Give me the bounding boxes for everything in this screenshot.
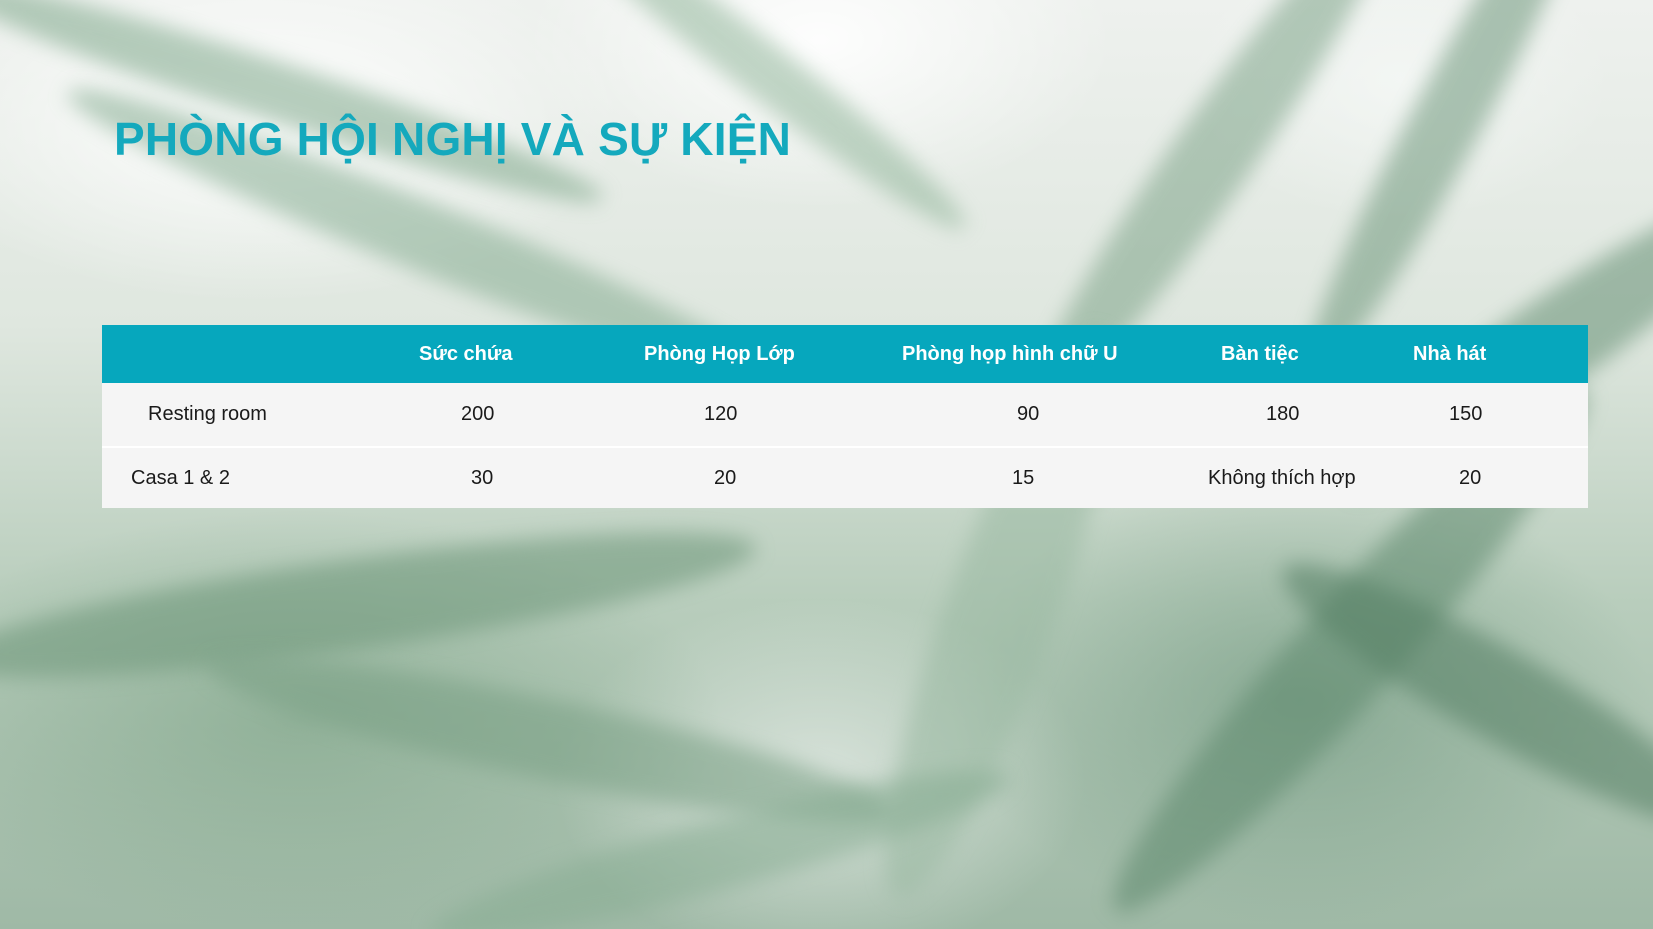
column-header-banquet: Bàn tiệc: [1221, 342, 1299, 365]
room-name-cell: Casa 1 & 2: [131, 466, 230, 489]
page-title: PHÒNG HỘI NGHỊ VÀ SỰ KIỆN: [114, 113, 792, 165]
conference-rooms-table: Sức chứa Phòng Họp Lớp Phòng họp hình ch…: [102, 325, 1588, 508]
classroom-cell: 120: [704, 403, 738, 425]
capacity-cell: 200: [461, 403, 495, 425]
column-header-theater: Nhà hát: [1413, 342, 1487, 365]
theater-cell: 20: [1459, 466, 1482, 489]
capacity-cell: 30: [471, 466, 494, 489]
banquet-cell: 180: [1266, 403, 1300, 425]
theater-cell: 150: [1449, 403, 1483, 425]
u-shape-cell: 15: [1012, 466, 1035, 489]
banquet-cell: Không thích hợp: [1208, 466, 1356, 489]
table-header-row: Sức chứa Phòng Họp Lớp Phòng họp hình ch…: [102, 325, 1588, 383]
u-shape-cell: 90: [1017, 403, 1040, 425]
room-name-cell: Resting room: [148, 403, 267, 425]
column-header-u-shape: Phòng họp hình chữ U: [902, 342, 1118, 365]
table-row: Resting room 200 120 90 180 150: [102, 383, 1588, 446]
classroom-cell: 20: [714, 466, 737, 489]
column-header-classroom: Phòng Họp Lớp: [644, 342, 795, 365]
column-header-capacity: Sức chứa: [419, 342, 513, 365]
table-row: Casa 1 & 2 30 20 15 Không thích hợp 20: [102, 446, 1588, 508]
